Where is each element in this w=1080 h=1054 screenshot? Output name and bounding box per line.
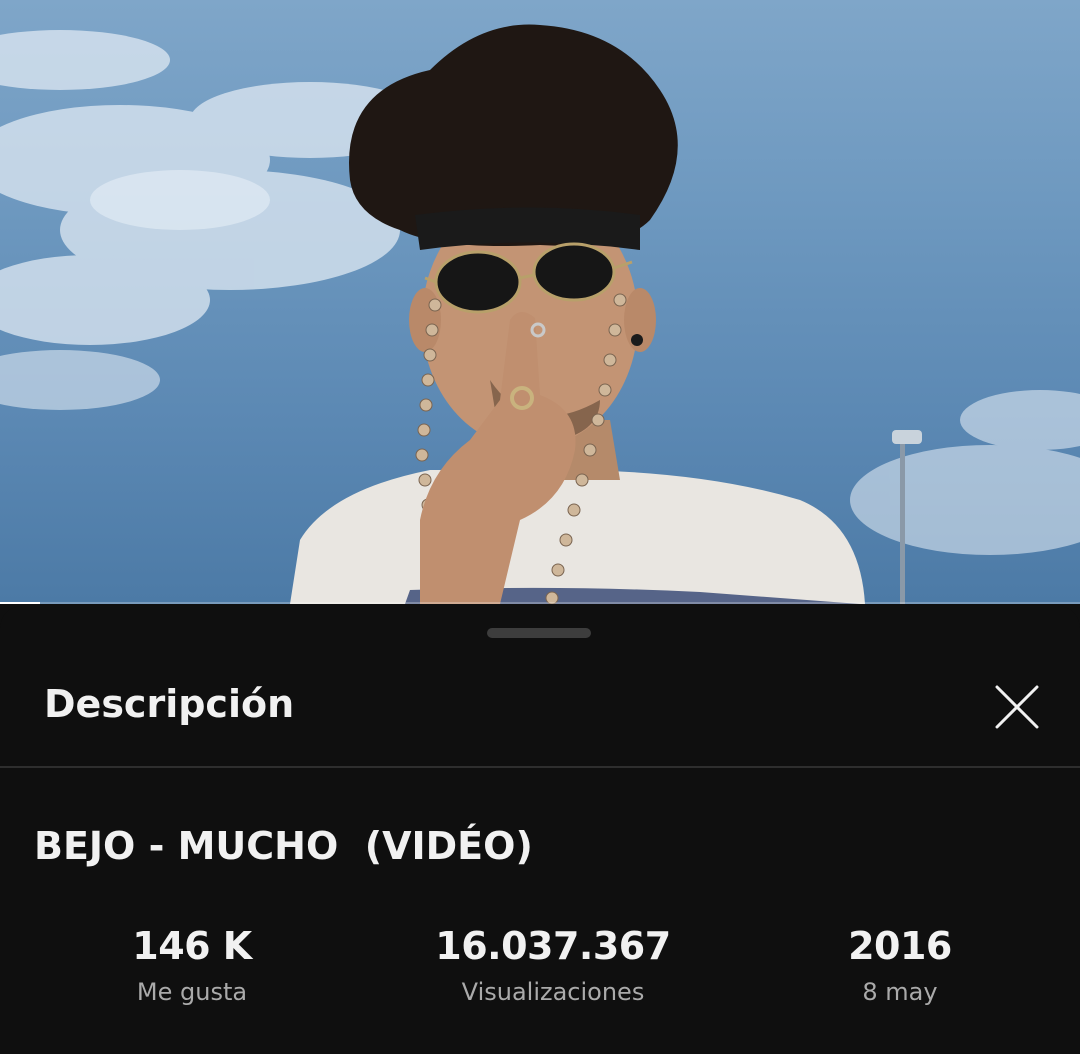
likes-label: Me gusta — [136, 978, 248, 1006]
video-progress-fill — [0, 602, 40, 604]
likes-count: 146 K — [132, 924, 252, 968]
publish-date: 8 may — [862, 978, 938, 1006]
description-sheet: Descripción BEJO - MUCHO (VIDÉO) 146 K M… — [0, 606, 1080, 1054]
close-icon — [993, 683, 1041, 736]
video-frame-image — [0, 24, 1080, 604]
views-count: 16.037.367 — [435, 924, 671, 968]
likes-stat: 146 K Me gusta — [32, 924, 352, 1006]
publish-year: 2016 — [848, 924, 952, 968]
header-divider — [0, 766, 1080, 768]
sheet-drag-handle[interactable] — [487, 628, 591, 638]
views-label: Visualizaciones — [461, 978, 645, 1006]
close-button[interactable] — [986, 678, 1048, 740]
sheet-header: Descripción — [0, 656, 1080, 766]
video-progress-bar[interactable] — [0, 602, 1080, 604]
video-title: BEJO - MUCHO (VIDÉO) — [34, 824, 533, 868]
video-stats: 146 K Me gusta 16.037.367 Visualizacione… — [0, 924, 1080, 1024]
sheet-title: Descripción — [44, 682, 295, 726]
video-player[interactable] — [0, 0, 1080, 604]
views-stat: 16.037.367 Visualizaciones — [393, 924, 713, 1006]
date-stat: 2016 8 may — [740, 924, 1060, 1006]
